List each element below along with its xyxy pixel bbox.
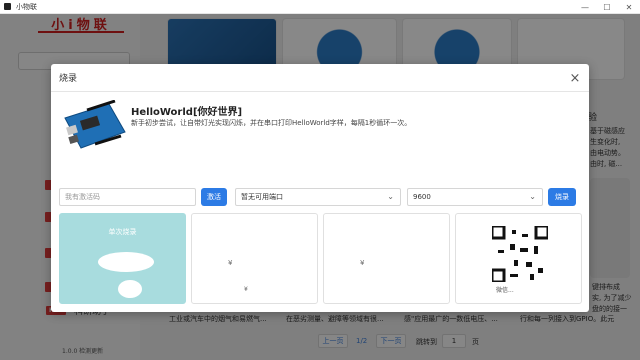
close-icon[interactable]: × bbox=[567, 70, 583, 86]
pricing-card[interactable]: ¥ ¥ bbox=[191, 213, 318, 304]
card-title: 单次烧录 bbox=[108, 228, 137, 236]
arduino-board-image bbox=[64, 100, 126, 149]
price-symbol: ¥ bbox=[228, 259, 233, 267]
baud-rate-select[interactable]: 9600 ⌄ bbox=[407, 188, 543, 206]
window-controls: — ☐ ✕ bbox=[574, 0, 640, 14]
program-name: HelloWorld[你好世界] bbox=[131, 107, 243, 118]
minimize-button[interactable]: — bbox=[574, 0, 596, 14]
wechat-pay-card[interactable]: 微信... bbox=[455, 213, 582, 304]
pricing-card[interactable]: ¥ bbox=[323, 213, 450, 304]
activate-button[interactable]: 激活 bbox=[201, 188, 227, 206]
burn-button[interactable]: 烧录 bbox=[548, 188, 576, 206]
obscured-price-blob bbox=[98, 252, 154, 272]
port-select-value: 暂无可用端口 bbox=[241, 193, 283, 201]
card-label: 微信... bbox=[496, 287, 514, 294]
baud-rate-value: 9600 bbox=[413, 193, 431, 201]
single-burn-card[interactable]: 单次烧录 bbox=[59, 213, 186, 304]
app-icon bbox=[4, 3, 11, 10]
burn-dialog: 烧录 × HelloWorld[你好世界] 新手初步尝试，让自带灯光实现闪烁，并… bbox=[51, 64, 589, 312]
port-select[interactable]: 暂无可用端口 ⌄ bbox=[235, 188, 401, 206]
program-description: 新手初步尝试，让自带灯光实现闪烁，并在串口打印HelloWorld字样，每隔1秒… bbox=[131, 119, 412, 127]
qr-code-icon bbox=[492, 226, 548, 282]
window-titlebar: 小物联 — ☐ ✕ bbox=[0, 0, 640, 14]
dialog-title: 烧录 bbox=[59, 74, 78, 84]
obscured-price-blob bbox=[118, 280, 142, 298]
chevron-down-icon: ⌄ bbox=[529, 192, 536, 201]
chevron-down-icon: ⌄ bbox=[387, 192, 394, 201]
price-symbol: ¥ bbox=[360, 259, 365, 267]
activation-code-input[interactable]: 我有激活码 bbox=[59, 188, 196, 206]
window-title: 小物联 bbox=[16, 2, 37, 11]
burn-controls-row: 我有激活码 激活 暂无可用端口 ⌄ 9600 ⌄ 烧录 bbox=[51, 188, 589, 208]
maximize-button[interactable]: ☐ bbox=[596, 0, 618, 14]
dialog-header: 烧录 bbox=[51, 64, 589, 92]
window-close-button[interactable]: ✕ bbox=[618, 0, 640, 14]
card-label: ¥ bbox=[244, 286, 248, 293]
